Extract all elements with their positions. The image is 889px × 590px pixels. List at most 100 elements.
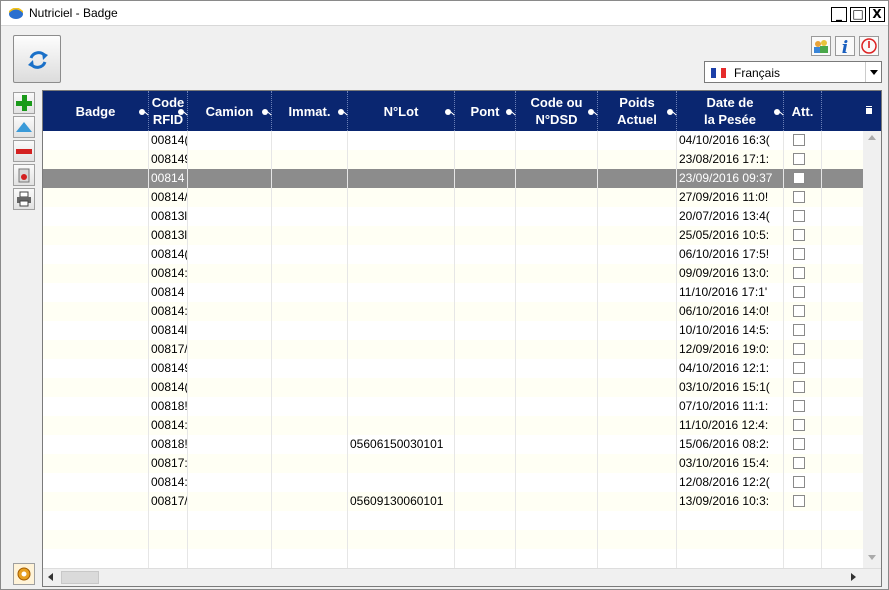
table-row[interactable]: 00813l 25/05/2016 10:5: [43,226,863,245]
move-up-button[interactable] [13,116,35,138]
table-row[interactable]: 008149 23/08/2016 17:1: [43,150,863,169]
column-search-icon[interactable] [588,109,594,115]
table-row[interactable]: 00814 11/10/2016 17:1' [43,283,863,302]
column-search-icon[interactable] [262,109,268,115]
table-row[interactable]: 008149 04/10/2016 12:1: [43,359,863,378]
minimize-button[interactable]: _ [831,7,847,22]
att-checkbox[interactable] [793,248,805,260]
horizontal-scroll-thumb[interactable] [61,571,99,584]
table-row[interactable]: 00814(03/10/2016 15:1( [43,378,863,397]
cell-lot [348,397,455,416]
att-checkbox[interactable] [793,476,805,488]
table-row[interactable]: 00814l 10/10/2016 14:5: [43,321,863,340]
maximize-button[interactable]: □ [850,7,866,22]
column-search-icon[interactable] [667,109,673,115]
att-checkbox[interactable] [793,267,805,279]
att-checkbox[interactable] [793,343,805,355]
add-button[interactable] [13,92,35,114]
scroll-right-icon[interactable] [851,573,856,581]
table-row[interactable]: 00818! 05606150030101 15/06/2016 08:2: [43,435,863,454]
info-icon[interactable]: i [835,36,855,56]
att-checkbox[interactable] [793,191,805,203]
column-header-label: Poids Actuel [617,95,657,127]
column-search-icon[interactable] [178,109,184,115]
att-checkbox[interactable] [793,362,805,374]
chevron-down-icon[interactable] [865,62,881,82]
att-checkbox[interactable] [793,495,805,507]
horizontal-scrollbar[interactable] [43,568,881,586]
table-row[interactable]: 00814: 11/10/2016 12:4: [43,416,863,435]
column-header-lot[interactable]: N°Lot [348,91,455,131]
att-checkbox[interactable] [793,324,805,336]
cell-poids [598,359,677,378]
cell-lot [348,549,455,568]
cell-rfid: 00817/ [149,492,188,511]
att-checkbox[interactable] [793,172,805,184]
table-row[interactable]: 00817/05609130060101 13/09/2016 10:3: [43,492,863,511]
table-row[interactable]: 00813l 20/07/2016 13:4( [43,207,863,226]
column-search-icon[interactable] [139,109,145,115]
table-row-selected[interactable]: 00814 23/09/2016 09:37 [43,169,863,188]
att-checkbox[interactable] [793,229,805,241]
column-header-immat[interactable]: Immat. [272,91,348,131]
settings-button[interactable] [13,563,35,585]
table-row[interactable]: 00814: 06/10/2016 14:0! [43,302,863,321]
vertical-scrollbar[interactable] [863,131,881,568]
table-row[interactable] [43,549,863,568]
cell-dsd [516,473,598,492]
att-checkbox[interactable] [793,210,805,222]
table-row[interactable]: 00814(06/10/2016 17:5! [43,245,863,264]
refresh-button[interactable] [13,35,61,83]
cell-rfid: 00817: [149,454,188,473]
table-row[interactable]: 00817/12/09/2016 19:0: [43,340,863,359]
column-search-icon[interactable] [445,109,451,115]
cell-badge [43,131,149,150]
scroll-left-icon[interactable] [48,573,53,581]
column-header-camion[interactable]: Camion [188,91,272,131]
att-checkbox[interactable] [793,381,805,393]
att-checkbox[interactable] [793,419,805,431]
delete-button[interactable] [13,164,35,186]
print-button[interactable] [13,188,35,210]
cell-att [784,454,822,473]
att-checkbox[interactable] [793,286,805,298]
remove-button[interactable] [13,140,35,162]
cell-att [784,264,822,283]
cell-immat [272,283,348,302]
title-bar: Nutriciel - Badge _ □ X [1,1,888,26]
scroll-down-icon[interactable] [868,555,876,560]
column-search-icon[interactable] [506,109,512,115]
column-search-icon[interactable] [338,109,344,115]
column-header-rfid[interactable]: Code RFID [149,91,188,131]
att-checkbox[interactable] [793,400,805,412]
table-row[interactable]: 00814(04/10/2016 16:3( [43,131,863,150]
users-icon[interactable] [811,36,831,56]
cell-badge [43,473,149,492]
table-row[interactable] [43,511,863,530]
att-checkbox[interactable] [793,438,805,450]
table-row[interactable]: 00814/27/09/2016 11:0! [43,188,863,207]
table-row[interactable] [43,530,863,549]
column-header-date[interactable]: Date de la Pesée [677,91,784,131]
att-checkbox[interactable] [793,305,805,317]
badge-table[interactable]: Badge Code RFID Camion Immat. N°Lot Pont Code … [42,90,882,587]
att-checkbox[interactable] [793,153,805,165]
column-menu-icon[interactable] [865,105,875,115]
table-row[interactable]: 00818! 07/10/2016 11:1: [43,397,863,416]
column-header-badge[interactable]: Badge [43,91,149,131]
table-row[interactable]: 00817: 03/10/2016 15:4: [43,454,863,473]
power-icon[interactable] [859,36,879,56]
scroll-up-icon[interactable] [868,135,876,140]
column-header-poids[interactable]: Poids Actuel [598,91,677,131]
cell-lot [348,416,455,435]
table-row[interactable]: 00814: 09/09/2016 13:0: [43,264,863,283]
column-header-pont[interactable]: Pont [455,91,516,131]
att-checkbox[interactable] [793,457,805,469]
att-checkbox[interactable] [793,134,805,146]
table-row[interactable]: 00814: 12/08/2016 12:2( [43,473,863,492]
language-select[interactable]: Français [704,61,882,83]
column-search-icon[interactable] [774,109,780,115]
column-header-dsd[interactable]: Code ou N°DSD [516,91,598,131]
close-button[interactable]: X [869,7,885,22]
column-header-att[interactable]: Att. [784,91,822,131]
